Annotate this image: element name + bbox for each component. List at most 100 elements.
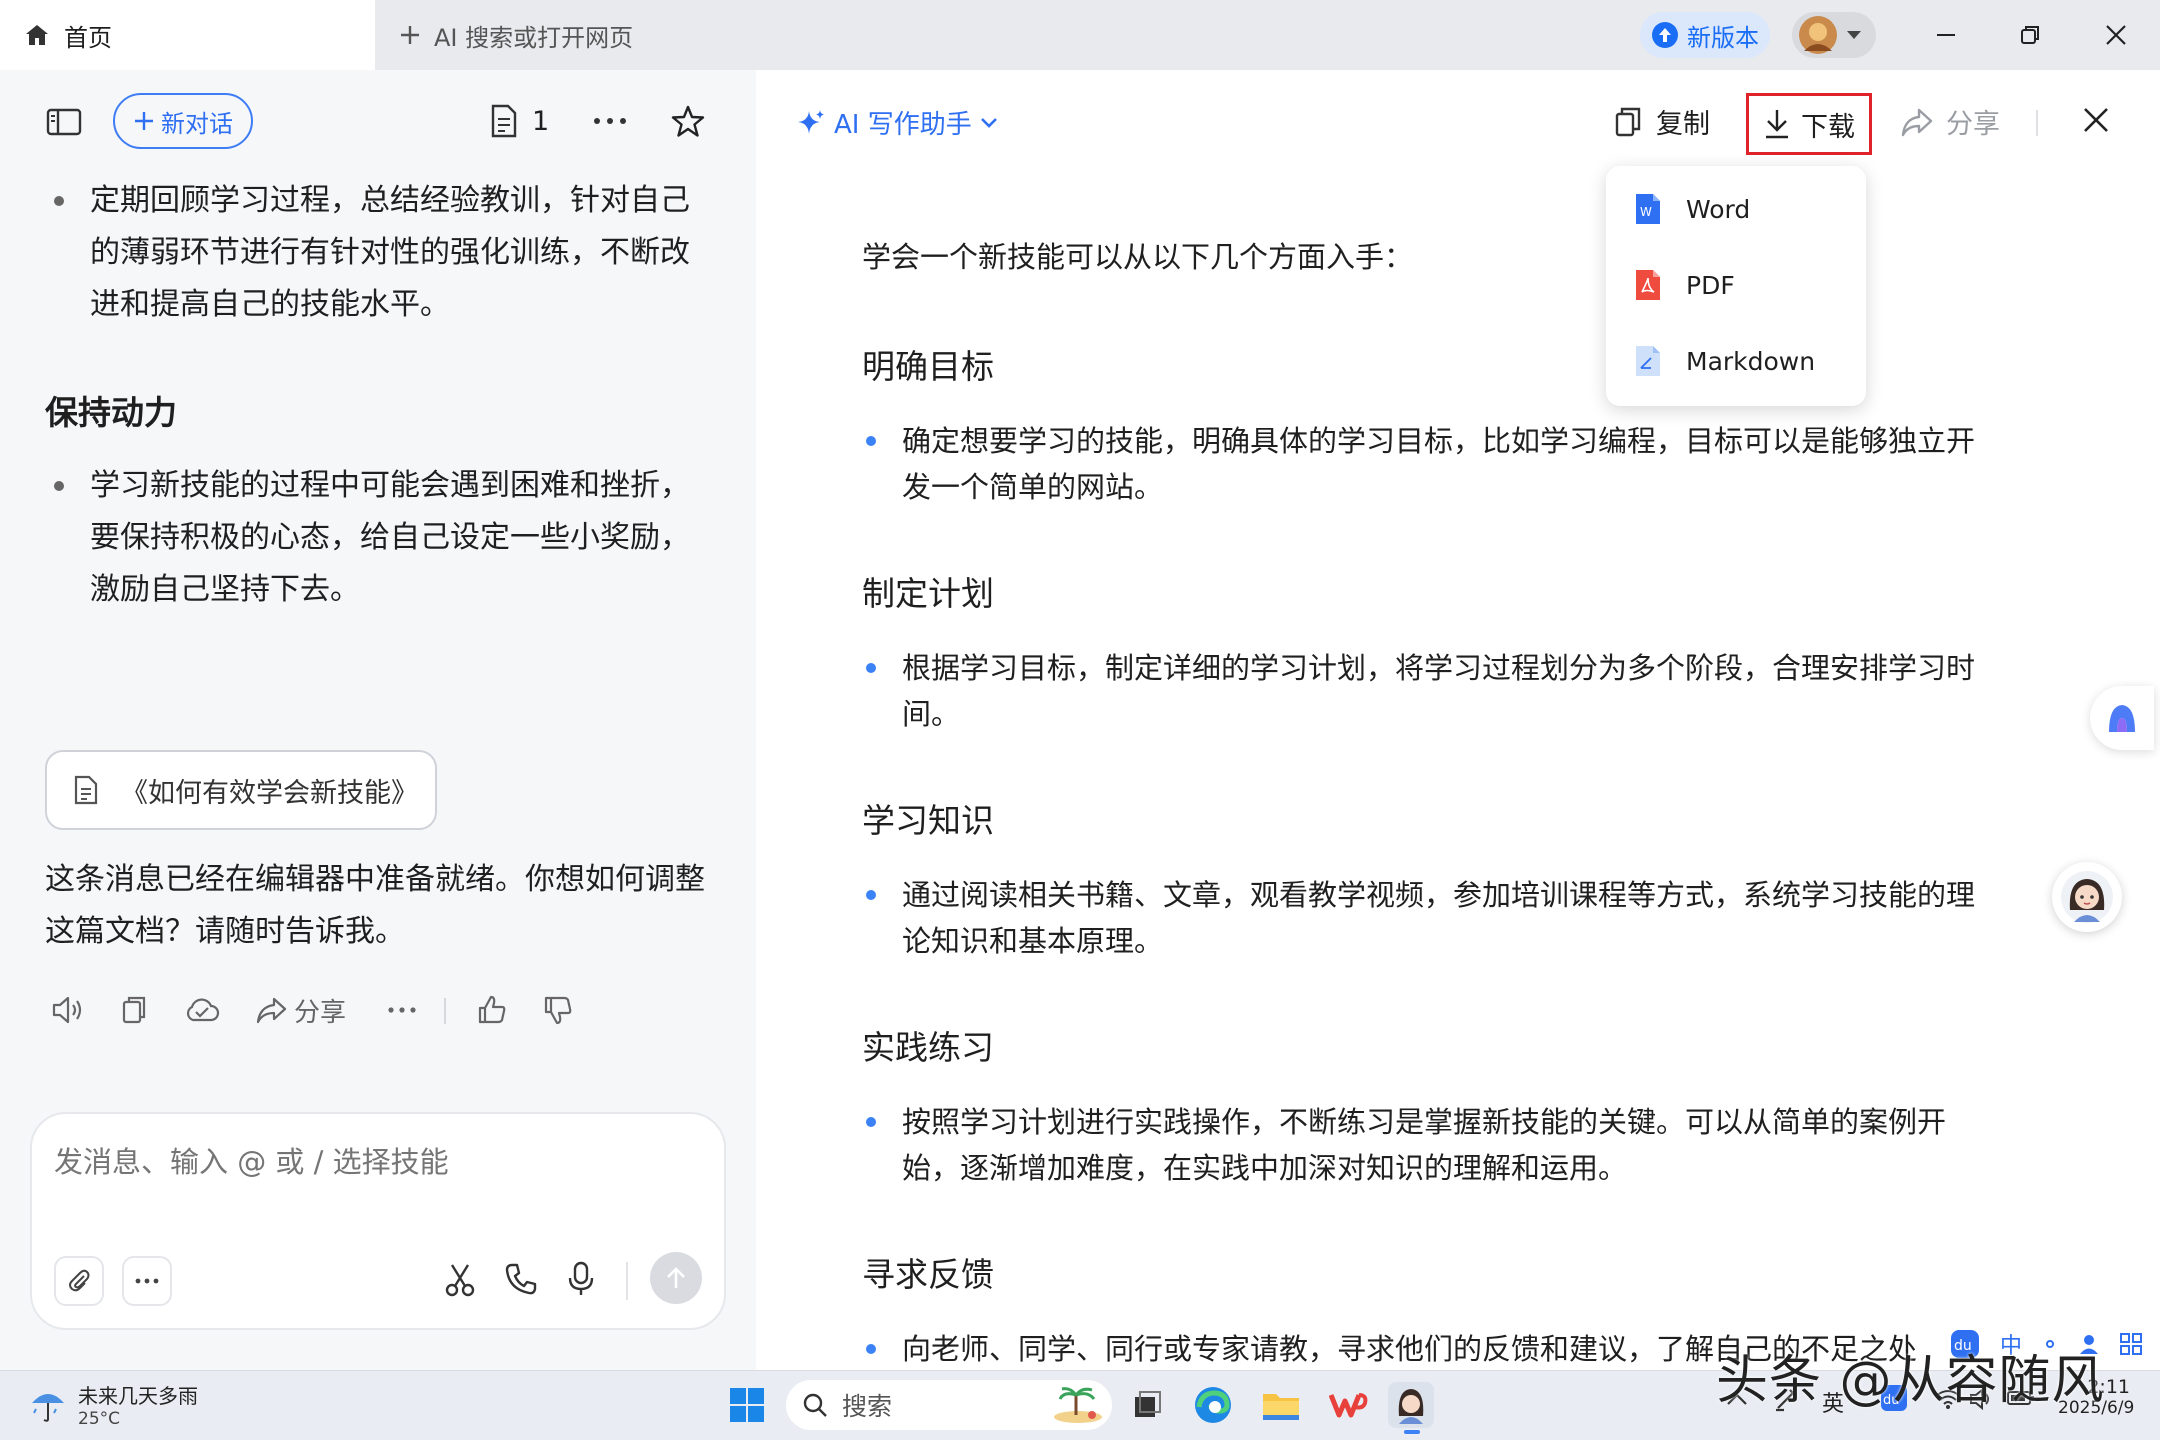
copy-icon [1614,105,1642,139]
restore-button[interactable] [1986,0,2074,70]
minimize-button[interactable] [1902,0,1990,70]
upload-arrow-icon [1651,21,1679,49]
download-markdown-option[interactable]: Markdown [1634,336,1815,386]
sidebar-icon [46,108,82,136]
copy-icon [120,994,148,1026]
microphone-button[interactable] [566,1260,596,1298]
digital-human-button[interactable] [2052,862,2122,932]
close-editor-button[interactable] [2082,106,2110,134]
task-view-button[interactable] [1124,1382,1170,1428]
wps-office-button[interactable] [1326,1382,1372,1428]
taskbar-search[interactable]: 搜索 [786,1380,1112,1430]
bullet [54,481,64,491]
bullet [866,1344,876,1354]
menu-label: Word [1686,194,1751,224]
caret-down-icon [1846,30,1862,40]
thumbs-up-icon [476,994,508,1026]
save-cloud-button[interactable] [184,990,220,1030]
folder-icon [1261,1388,1301,1422]
section-title-goal: 明确目标 [862,347,994,386]
menu-label: Markdown [1686,346,1816,376]
message-input[interactable] [54,1140,694,1184]
section-body-goal: 确定想要学习的技能，明确具体的学习目标，比如学习编程，目标可以是能够独立开 发一… [902,418,2032,510]
share-arrow-icon [256,995,288,1025]
home-icon [24,23,50,47]
tab-home[interactable]: 首页 [0,0,375,70]
voice-call-button[interactable] [504,1262,538,1296]
like-button[interactable] [476,990,508,1030]
text-line: 这篇文档？请随时告诉我。 [45,914,405,949]
scissors-icon [444,1262,476,1298]
start-button[interactable] [724,1382,770,1428]
new-chat-label: 新对话 [161,109,233,138]
assistant-logo-icon [2105,702,2139,734]
assistant-label: AI 写作助手 [834,110,972,140]
text-line: 要保持积极的心态，给自己设定一些小奖励， [90,520,690,555]
share-button[interactable]: 分享 [256,990,346,1030]
copy-document-button[interactable]: 复制 [1614,102,1710,141]
close-icon [2105,24,2127,46]
paragraph-review: 定期回顾学习过程，总结经验教训，针对自己 的薄弱环节进行有针对性的强化训练，不断… [90,175,730,331]
download-word-option[interactable]: W Word [1634,184,1750,234]
sidebar-toggle-button[interactable] [46,108,82,136]
new-chat-button[interactable]: 新对话 [113,93,253,149]
document-count-button[interactable]: 1 [490,104,549,138]
document-chip[interactable]: 《如何有效学会新技能》 [45,750,437,830]
text-line: 确定想要学习的技能，明确具体的学习目标，比如学习编程，目标可以是能够独立开 [902,424,1976,458]
download-button[interactable]: 下载 [1746,93,1872,155]
text-line: 进和提高自己的技能水平。 [90,287,450,322]
bullet [866,436,876,446]
more-tools-button[interactable] [122,1256,172,1306]
edge-browser-button[interactable] [1190,1382,1236,1428]
attach-button[interactable] [54,1256,104,1306]
ai-writing-assistant-dropdown[interactable]: AI 写作助手 [796,104,998,141]
ai-assistant-taskbar-button[interactable] [1388,1382,1434,1428]
more-dots-icon [590,104,630,138]
svg-text:W: W [1640,205,1652,219]
file-explorer-button[interactable] [1258,1382,1304,1428]
bullet [54,196,64,206]
more-dots-icon [134,1276,160,1286]
weather-forecast: 未来几天多雨 [78,1384,198,1408]
screenshot-button[interactable] [444,1262,476,1298]
send-button[interactable] [650,1252,702,1304]
dislike-button[interactable] [542,990,574,1030]
share-document-button[interactable]: 分享 [1900,102,2000,141]
search-highlight-icon [1052,1385,1104,1425]
user-avatar-button[interactable] [1792,12,1876,58]
tab-new[interactable]: AI 搜索或打开网页 [398,0,633,70]
search-icon [802,1392,828,1418]
weather-widget[interactable]: 未来几天多雨 25°C [28,1380,198,1429]
favorite-button[interactable] [671,104,705,138]
section-body-practice: 按照学习计划进行实践操作，不断练习是掌握新技能的关键。可以从简单的案例开 始，逐… [902,1099,2032,1191]
update-button[interactable]: 新版本 [1640,12,1770,58]
divider [626,1262,628,1300]
download-label: 下载 [1801,111,1855,143]
copy-button[interactable] [120,990,148,1030]
section-body-learn: 通过阅读相关书籍、文章，观看教学视频，参加培训课程等方式，系统学习技能的理 论知… [902,872,2032,964]
text-line: 学习新技能的过程中可能会遇到困难和挫折， [90,468,690,503]
text-line: 发一个简单的网站。 [902,470,1164,504]
tab-home-label: 首页 [64,23,112,52]
assistant-float-button[interactable] [2090,686,2154,750]
character-avatar-icon [2060,870,2114,924]
weather-text-group: 未来几天多雨 25°C [78,1380,198,1429]
more-actions-button[interactable] [386,990,418,1030]
update-label: 新版本 [1687,23,1759,52]
tab-new-label: AI 搜索或打开网页 [434,23,634,52]
close-window-button[interactable] [2072,0,2160,70]
sparkle-icon [796,108,826,138]
download-icon [1763,108,1791,140]
section-title-practice: 实践练习 [862,1028,994,1067]
bullet [866,1117,876,1127]
share-arrow-icon [1900,106,1934,138]
more-button[interactable] [590,104,630,138]
text-line: 定期回顾学习过程，总结经验教训，针对自己 [90,183,690,218]
read-aloud-button[interactable] [50,990,84,1030]
text-line: 按照学习计划进行实践操作，不断练习是掌握新技能的关键。可以从简单的案例开 [902,1105,1947,1139]
download-pdf-option[interactable]: PDF [1634,260,1735,310]
restore-icon [2019,24,2041,46]
divider [444,998,446,1024]
text-line: 激励自己坚持下去。 [90,572,360,607]
search-label: 搜索 [842,1392,893,1421]
